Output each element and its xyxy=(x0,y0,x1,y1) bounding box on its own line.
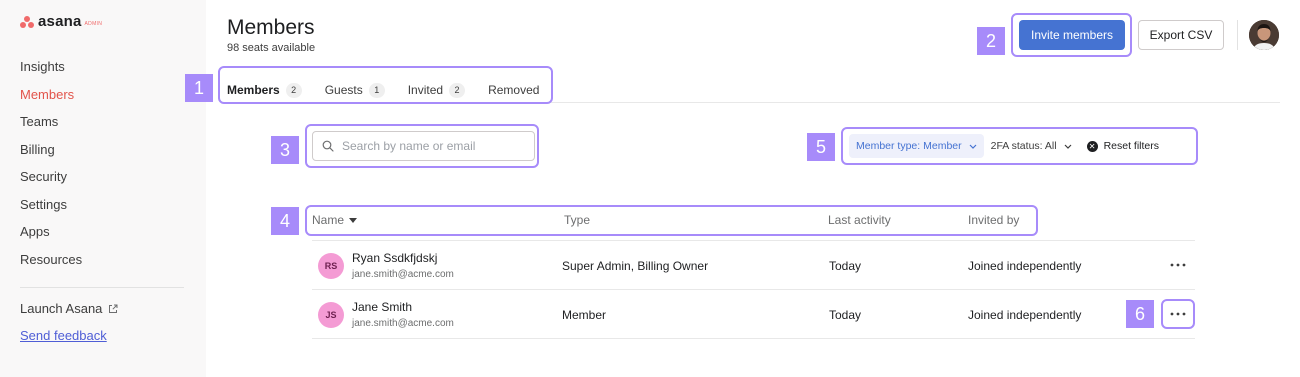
sidebar-item-members[interactable]: Members xyxy=(20,87,82,115)
seats-available: 98 seats available xyxy=(227,42,316,54)
sort-down-icon xyxy=(349,217,358,223)
tab-removed[interactable]: Removed xyxy=(488,78,539,102)
launch-asana-label: Launch Asana xyxy=(20,301,103,316)
column-header-last-activity[interactable]: Last activity xyxy=(828,213,891,227)
member-type-filter[interactable]: Member type: Member xyxy=(849,134,984,158)
reset-filters-label: Reset filters xyxy=(1103,140,1160,152)
invite-members-button[interactable]: Invite members xyxy=(1019,20,1125,50)
sidebar-nav: Insights Members Teams Billing Security … xyxy=(20,59,82,279)
row-divider xyxy=(312,289,1195,290)
avatar: JS xyxy=(318,302,344,328)
twofa-status-filter-label: 2FA status: All xyxy=(990,140,1057,152)
tab-guests[interactable]: Guests 1 xyxy=(325,78,385,102)
user-photo-icon xyxy=(1249,20,1279,50)
annotation-badge: 1 xyxy=(185,74,213,102)
sidebar-item-apps[interactable]: Apps xyxy=(20,224,82,252)
annotation-badge: 2 xyxy=(977,27,1005,55)
search-box[interactable] xyxy=(312,131,535,161)
tab-invited[interactable]: Invited 2 xyxy=(407,78,466,102)
tab-invited-label: Invited xyxy=(407,83,444,97)
more-horizontal-icon xyxy=(1170,263,1186,267)
asana-logo-icon xyxy=(20,15,34,28)
sidebar-item-billing[interactable]: Billing xyxy=(20,142,82,170)
sidebar-item-resources[interactable]: Resources xyxy=(20,252,82,280)
invited-by: Joined independently xyxy=(968,308,1082,322)
column-header-name[interactable]: Name xyxy=(312,213,358,227)
annotation-badge: 5 xyxy=(807,133,835,161)
search-input[interactable] xyxy=(342,139,522,153)
reset-filters-button[interactable]: ✕ Reset filters xyxy=(1086,140,1160,152)
search-icon xyxy=(322,140,334,152)
header-divider xyxy=(1237,20,1238,50)
sidebar-item-teams[interactable]: Teams xyxy=(20,114,82,142)
member-email: jane.smith@acme.com xyxy=(352,318,454,329)
tabs-divider xyxy=(227,102,1280,103)
annotation-badge: 3 xyxy=(271,136,299,164)
tab-removed-label: Removed xyxy=(488,83,540,97)
logo-wordmark: asana xyxy=(38,13,82,30)
tab-guests-label: Guests xyxy=(324,83,363,97)
sidebar-item-security[interactable]: Security xyxy=(20,169,82,197)
tab-invited-count: 2 xyxy=(449,82,466,98)
close-circle-icon: ✕ xyxy=(1086,140,1098,152)
member-name: Ryan Ssdkfjdskj xyxy=(352,251,438,265)
tab-members-count: 2 xyxy=(285,82,302,98)
annotation-box-columns xyxy=(305,205,1038,236)
last-activity: Today xyxy=(829,308,862,322)
tab-guests-count: 1 xyxy=(368,82,385,98)
sidebar: asana ADMIN Insights Members Teams Billi… xyxy=(0,0,206,377)
sidebar-item-insights[interactable]: Insights xyxy=(20,59,82,87)
page-title: Members xyxy=(227,16,315,39)
member-type: Super Admin, Billing Owner xyxy=(562,259,709,273)
row-divider xyxy=(312,240,1195,241)
invited-by: Joined independently xyxy=(968,259,1082,273)
annotation-badge: 4 xyxy=(271,207,299,235)
tab-members-label: Members xyxy=(227,83,280,97)
twofa-status-filter[interactable]: 2FA status: All xyxy=(984,134,1079,158)
annotation-badge: 6 xyxy=(1126,300,1154,328)
logo-admin-badge: ADMIN xyxy=(84,20,103,27)
launch-asana-link[interactable]: Launch Asana xyxy=(20,301,118,316)
column-header-name-label: Name xyxy=(312,213,345,227)
member-name: Jane Smith xyxy=(352,300,413,314)
asana-logo[interactable]: asana ADMIN xyxy=(20,13,102,30)
chevron-down-icon xyxy=(1064,144,1072,149)
member-type: Member xyxy=(562,308,607,322)
export-csv-button[interactable]: Export CSV xyxy=(1138,20,1224,50)
filter-bar: Member type: Member 2FA status: All ✕ Re… xyxy=(849,134,1159,158)
chevron-down-icon xyxy=(969,144,977,149)
external-link-icon xyxy=(109,304,118,313)
more-options-button[interactable] xyxy=(1165,304,1191,324)
last-activity: Today xyxy=(829,259,862,273)
send-feedback-link[interactable]: Send feedback xyxy=(20,328,107,343)
member-email: jane.smith@acme.com xyxy=(352,269,454,280)
member-type-filter-label: Member type: Member xyxy=(856,140,962,152)
more-horizontal-icon xyxy=(1170,312,1186,316)
sidebar-item-settings[interactable]: Settings xyxy=(20,197,82,225)
row-divider xyxy=(312,338,1195,339)
more-options-button[interactable] xyxy=(1165,255,1191,275)
member-tabs: Members 2 Guests 1 Invited 2 Removed xyxy=(227,78,562,104)
column-header-type[interactable]: Type xyxy=(564,213,590,227)
tab-members[interactable]: Members 2 xyxy=(227,78,302,104)
user-avatar[interactable] xyxy=(1249,20,1279,50)
avatar: RS xyxy=(318,253,344,279)
sidebar-divider xyxy=(20,287,184,288)
column-header-invited-by[interactable]: Invited by xyxy=(968,213,1019,227)
